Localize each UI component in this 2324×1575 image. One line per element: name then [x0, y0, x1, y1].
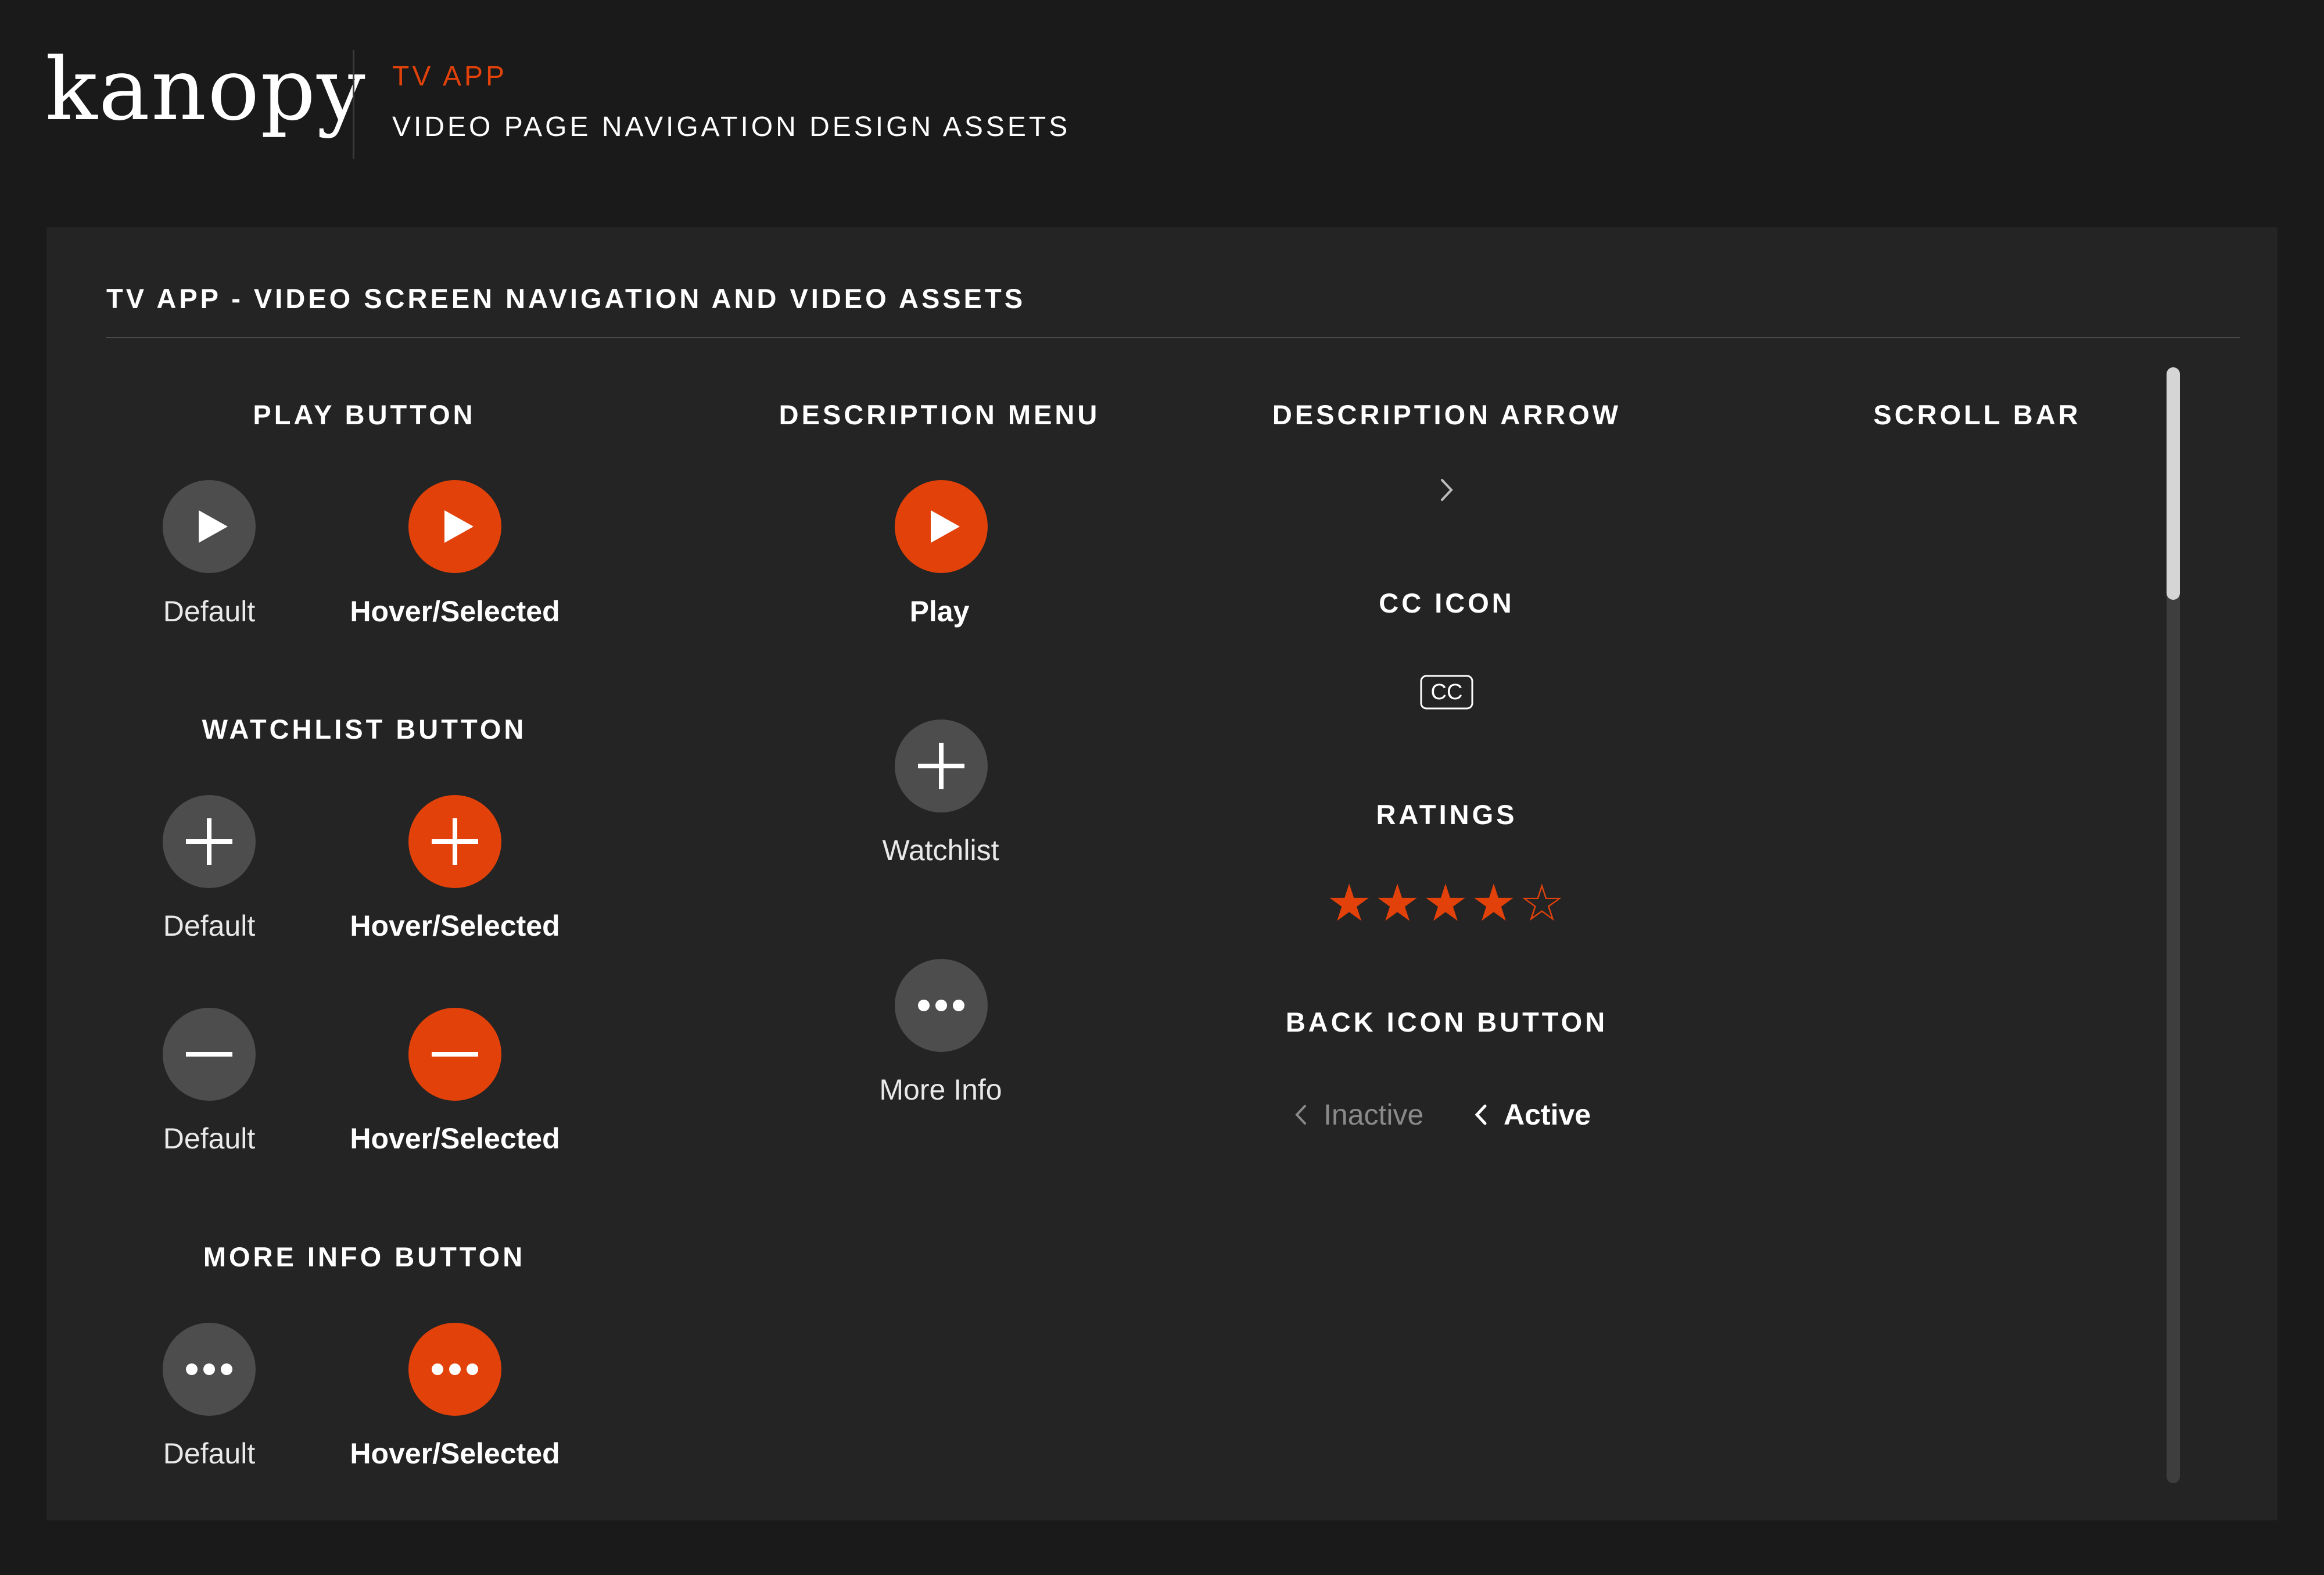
description-menu-heading: DESCRIPTION MENU: [779, 399, 1100, 430]
description-menu-watchlist-label: Watchlist: [882, 834, 999, 867]
watchlist-add-hover-label: Hover/Selected: [350, 910, 560, 942]
chevron-left-icon: [1295, 1105, 1306, 1125]
minus-icon: [432, 1052, 478, 1057]
description-menu-watchlist-button[interactable]: [895, 720, 988, 812]
page-title: VIDEO PAGE NAVIGATION DESIGN ASSETS: [392, 112, 1071, 142]
scroll-bar-heading: SCROLL BAR: [1873, 399, 2081, 430]
play-button-default[interactable]: [163, 480, 256, 573]
chevron-left-icon: [1475, 1104, 1487, 1125]
minus-icon: [186, 1052, 232, 1057]
plus-icon: [432, 818, 478, 865]
scrollbar-thumb[interactable]: [2167, 367, 2180, 600]
more-dots-icon: [918, 1000, 964, 1011]
play-icon: [199, 510, 228, 543]
back-active-label: Active: [1504, 1098, 1591, 1131]
header-divider: [353, 50, 354, 159]
watchlist-button-heading: WATCHLIST BUTTON: [202, 714, 527, 744]
more-dots-icon: [432, 1363, 478, 1375]
play-icon: [931, 510, 960, 543]
more-dots-icon: [186, 1363, 232, 1375]
watchlist-add-button-hover[interactable]: [408, 795, 501, 888]
watchlist-remove-default-label: Default: [163, 1122, 256, 1155]
more-info-hover-label: Hover/Selected: [350, 1437, 560, 1470]
back-icon-button-heading: BACK ICON BUTTON: [1285, 1007, 1608, 1037]
more-info-button-default[interactable]: [163, 1323, 256, 1416]
kanopy-logo: kanopy: [45, 40, 367, 139]
ratings-heading: RATINGS: [1376, 799, 1518, 830]
play-button-heading: PLAY BUTTON: [253, 399, 476, 430]
watchlist-add-button-default[interactable]: [163, 795, 256, 888]
cc-icon[interactable]: CC: [1420, 675, 1473, 710]
plus-icon: [918, 743, 964, 789]
description-menu-more-info-label: More Info: [879, 1073, 1002, 1106]
watchlist-remove-hover-label: Hover/Selected: [350, 1122, 560, 1155]
description-menu-more-info-button[interactable]: [895, 959, 988, 1052]
cc-text: CC: [1430, 680, 1463, 704]
watchlist-remove-button-default[interactable]: [163, 1008, 256, 1101]
play-hover-label: Hover/Selected: [350, 595, 560, 628]
back-inactive-label: Inactive: [1324, 1098, 1424, 1131]
more-info-button-heading: MORE INFO BUTTON: [203, 1241, 526, 1272]
back-button-active[interactable]: Active: [1473, 1100, 1591, 1129]
back-button-inactive[interactable]: Inactive: [1293, 1100, 1423, 1129]
play-icon: [444, 510, 474, 543]
plus-icon: [186, 818, 232, 865]
panel-title: TV APP - VIDEO SCREEN NAVIGATION AND VID…: [106, 283, 1026, 314]
chevron-right-icon[interactable]: [1437, 477, 1456, 503]
play-default-label: Default: [163, 595, 256, 628]
more-info-button-hover[interactable]: [408, 1323, 501, 1416]
description-menu-play-label: Play: [909, 595, 970, 628]
cc-icon-heading: CC ICON: [1379, 588, 1515, 618]
star-rating: ★★★★☆: [1326, 874, 1568, 932]
play-button-hover[interactable]: [408, 480, 501, 573]
header-subtitle: TV APP: [392, 61, 508, 92]
panel-divider: [106, 337, 2240, 338]
watchlist-remove-button-hover[interactable]: [408, 1008, 501, 1101]
more-info-default-label: Default: [163, 1437, 256, 1470]
description-menu-play-button[interactable]: [895, 480, 988, 573]
description-arrow-heading: DESCRIPTION ARROW: [1272, 399, 1622, 430]
watchlist-add-default-label: Default: [163, 910, 256, 942]
